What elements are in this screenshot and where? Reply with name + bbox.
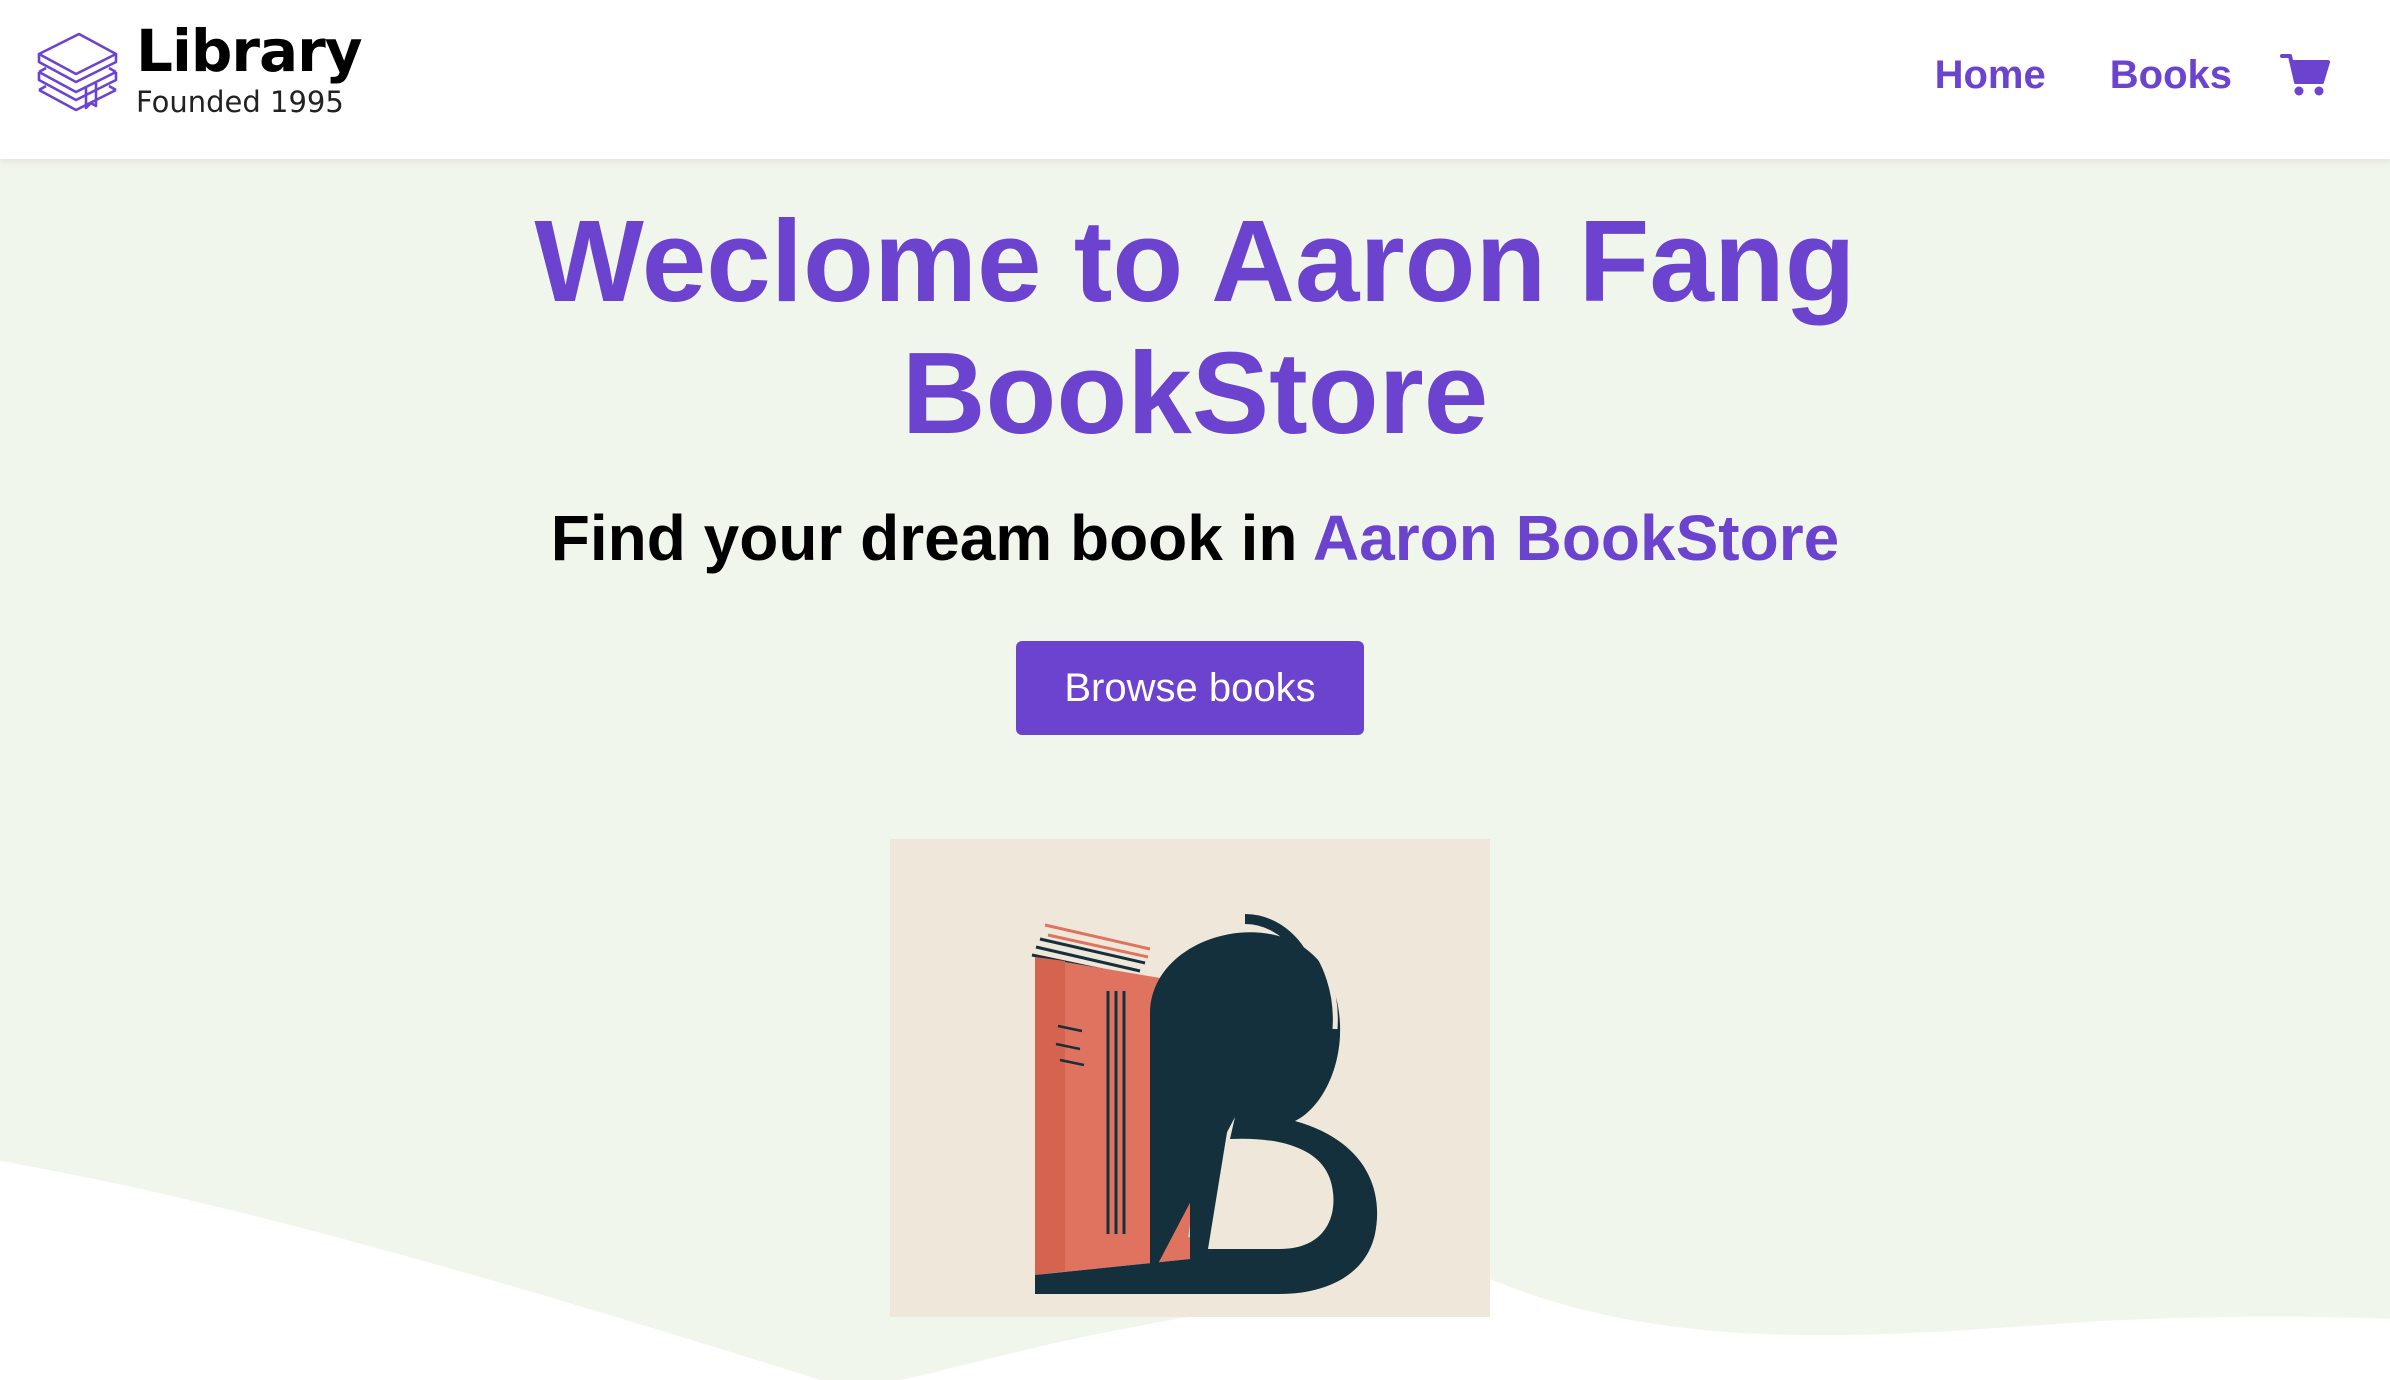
site-header: Library Founded 1995 Home Books [0, 0, 2390, 159]
nav-link-books[interactable]: Books [2110, 53, 2232, 98]
hero-subtitle-accent: Aaron BookStore [1312, 502, 1840, 574]
main-nav: Home Books [1871, 52, 2330, 98]
hero-title-line-1: Weclome to Aaron Fang [534, 196, 1856, 326]
shopping-cart-icon[interactable] [2280, 52, 2330, 98]
hero-title: Weclome to Aaron Fang BookStore [0, 195, 2390, 459]
hero-subtitle: Find your dream book in Aaron BookStore [0, 501, 2390, 575]
letter-b-book-logo [1031, 905, 1378, 1294]
hero-image [890, 839, 1490, 1317]
brand-tagline: Founded 1995 [136, 85, 344, 119]
nav-link-home[interactable]: Home [1935, 53, 2046, 98]
brand-logo[interactable]: Library Founded 1995 [34, 17, 363, 119]
brand-name: Library [136, 17, 363, 85]
browse-books-button[interactable]: Browse books [1016, 641, 1364, 735]
hero-section: Weclome to Aaron Fang BookStore Find you… [0, 159, 2390, 1380]
stacked-books-icon [37, 32, 118, 111]
hero-subtitle-text: Find your dream book in [550, 502, 1313, 574]
hero-title-line-2: BookStore [901, 328, 1489, 458]
